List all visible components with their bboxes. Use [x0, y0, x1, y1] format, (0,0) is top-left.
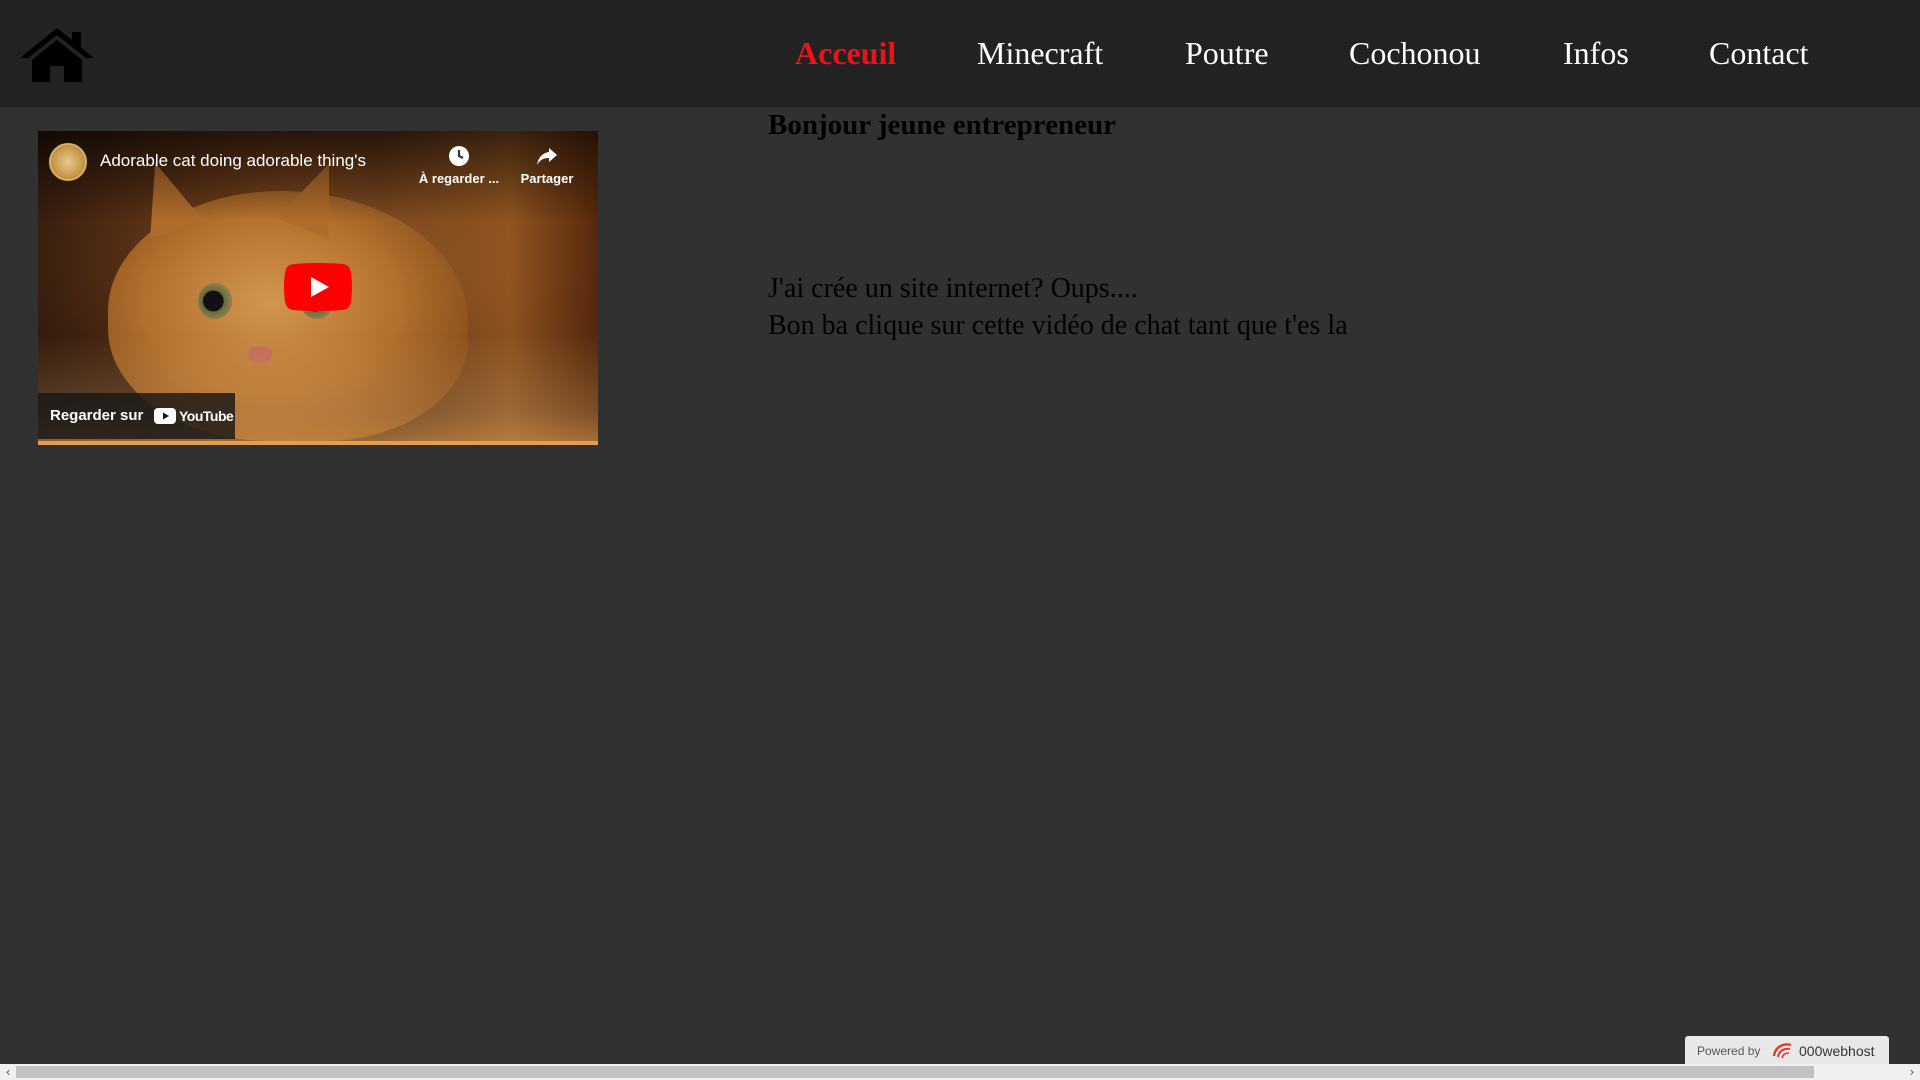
clock-icon: [449, 146, 469, 166]
nav-item-acceuil[interactable]: Acceuil: [795, 34, 896, 72]
scroll-right-arrow[interactable]: ›: [1904, 1064, 1920, 1080]
youtube-logo: YouTube: [154, 407, 234, 425]
share-icon: [537, 148, 557, 165]
nav-item-minecraft[interactable]: Minecraft: [977, 34, 1103, 72]
youtube-logo-icon: [154, 408, 176, 424]
nav-item-contact[interactable]: Contact: [1709, 34, 1809, 72]
cat-eye: [198, 283, 232, 319]
webhost-logo-icon: [1772, 1043, 1792, 1059]
watch-later-label: À regarder ...: [418, 171, 500, 186]
watch-on-label: Regarder sur: [50, 407, 144, 424]
powered-by-label: Powered by: [1697, 1044, 1761, 1058]
host-name: 000webhost: [1799, 1043, 1875, 1059]
share-label: Partager: [520, 171, 574, 186]
scrollbar-thumb[interactable]: [16, 1066, 1814, 1078]
nav-item-cochonou[interactable]: Cochonou: [1349, 34, 1481, 72]
video-title[interactable]: Adorable cat doing adorable thing's: [100, 150, 366, 172]
video-invite-paragraph: Bon ba clique sur cette vidéo de chat ta…: [768, 310, 1348, 341]
horizontal-scrollbar[interactable]: ‹ ›: [0, 1064, 1920, 1080]
youtube-wordmark: YouTube: [179, 408, 234, 424]
youtube-embed[interactable]: Adorable cat doing adorable thing's À re…: [38, 131, 598, 445]
intro-paragraph: J'ai crée un site internet? Oups....: [768, 273, 1138, 304]
watch-on-youtube-button[interactable]: Regarder sur YouTube: [38, 393, 235, 439]
page-heading: Bonjour jeune entrepreneur: [768, 109, 1116, 141]
scroll-left-arrow[interactable]: ‹: [0, 1064, 16, 1080]
channel-avatar[interactable]: [49, 143, 87, 181]
share-button[interactable]: Partager: [502, 143, 592, 186]
site-header: Acceuil Minecraft Poutre Cochonou Infos …: [0, 0, 1920, 107]
play-icon[interactable]: [284, 263, 352, 311]
main-nav: Acceuil Minecraft Poutre Cochonou Infos …: [0, 0, 1920, 107]
nav-item-infos[interactable]: Infos: [1563, 34, 1629, 72]
nav-item-poutre[interactable]: Poutre: [1185, 34, 1269, 72]
watch-later-button[interactable]: À regarder ...: [414, 143, 504, 186]
video-progress-bar: [38, 441, 598, 445]
powered-by-badge[interactable]: Powered by 000webhost: [1685, 1036, 1889, 1064]
